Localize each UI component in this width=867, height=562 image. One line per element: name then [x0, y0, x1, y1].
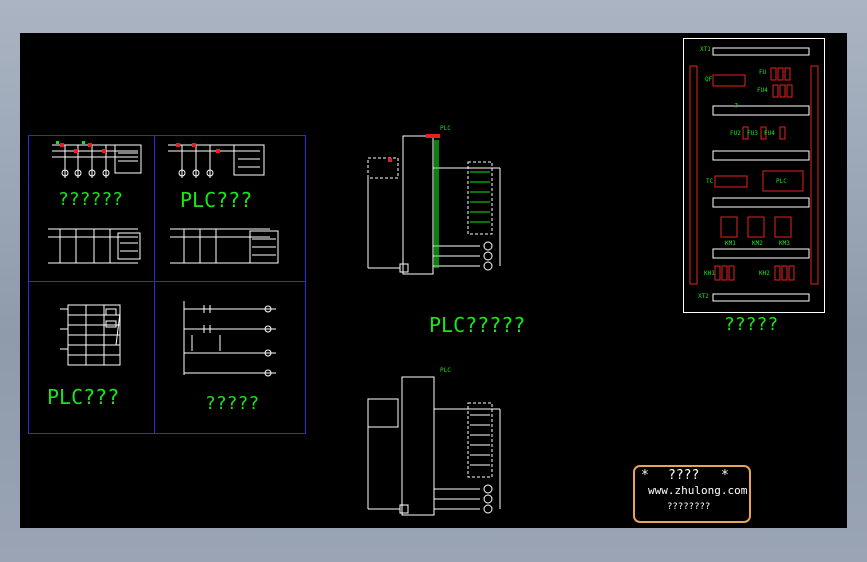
thumbnail-main-circuit: [52, 144, 142, 178]
panel-label-xt1: XT1: [700, 46, 711, 53]
plc-unit-label-top: PLC: [440, 125, 451, 132]
legend-url[interactable]: www.zhulong.com: [648, 484, 747, 497]
thumbnail-caption-ladder: ?????: [205, 393, 260, 414]
panel-label-xt2: XT2: [698, 293, 709, 300]
plc-wiring-diagram-top: [367, 134, 501, 275]
panel-label-km3: KM3: [779, 240, 790, 247]
panel-label-fu4: FU4: [757, 87, 768, 94]
legend-box: * ???? * www.zhulong.com ????????: [633, 465, 751, 523]
legend-star-left: *: [641, 468, 649, 483]
thumbnail-control-circuit: [48, 228, 141, 264]
plc-wiring-caption: PLC?????: [429, 313, 526, 337]
panel-label-fu: FU: [759, 69, 767, 76]
panel-label-km1: KM1: [725, 240, 736, 247]
panel-label-qf: QF: [705, 76, 713, 83]
plc-wiring-diagram-bottom: [367, 376, 501, 516]
legend-star-right: *: [721, 468, 729, 483]
thumbnail-schematics: [48, 141, 279, 377]
panel-label-km2: KM2: [752, 240, 763, 247]
panel-label-kh1: KH1: [704, 270, 715, 277]
legend-title: ????: [668, 468, 700, 483]
panel-label-tc: TC: [706, 178, 714, 185]
legend-subtitle: ????????: [667, 502, 711, 512]
panel-label-plc: PLC: [776, 178, 787, 185]
plc-unit-label-bottom: PLC: [440, 367, 451, 374]
panel-label-kh2: KH2: [759, 270, 770, 277]
thumbnail-caption-plc-bottom: PLC???: [47, 385, 120, 409]
drawing-canvas[interactable]: ?????? PLC??? PLC??? ????? PLC PLC PLC??…: [20, 33, 847, 528]
panel-caption: ?????: [724, 314, 779, 335]
panel-label-fu4b: FU4: [764, 130, 775, 137]
panel-label-fu3: FU3: [747, 130, 758, 137]
panel-label-fu2: FU2: [730, 130, 741, 137]
panel-trunk-mark: ?: [734, 102, 739, 110]
thumbnail-caption-plc-top: PLC???: [180, 188, 253, 212]
thumbnail-caption-main-circuit: ??????: [58, 189, 124, 210]
